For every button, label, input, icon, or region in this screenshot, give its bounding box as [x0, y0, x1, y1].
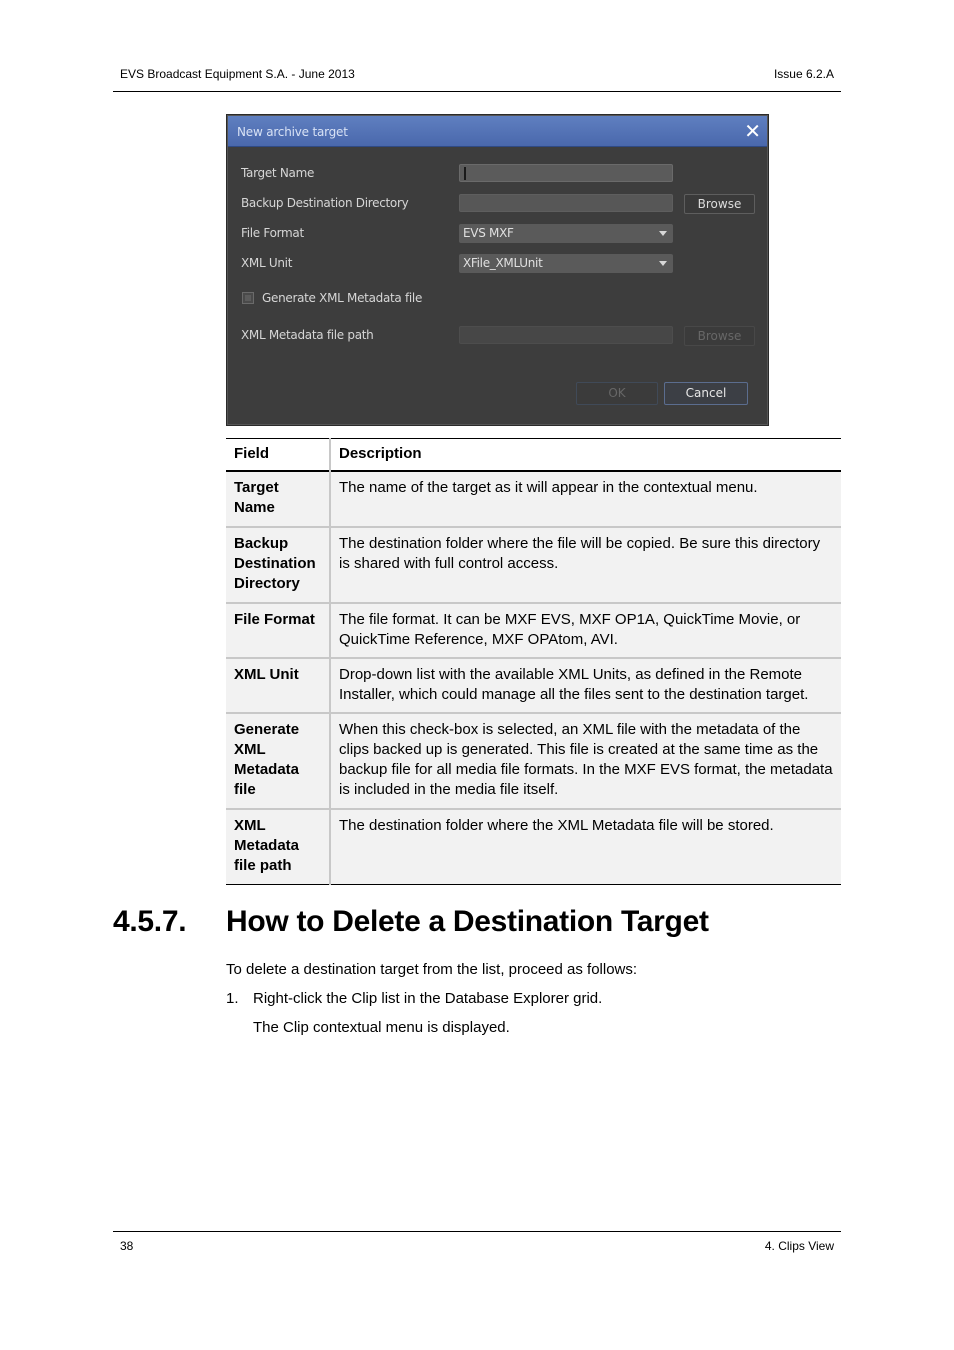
table-row: XML Metadata file path The destination f…	[226, 809, 841, 885]
close-icon[interactable]: ✕	[744, 120, 761, 142]
section-intro: To delete a destination target from the …	[226, 961, 638, 978]
generate-xml-label: Generate XML Metadata file	[262, 291, 423, 305]
new-archive-target-dialog: New archive target ✕ Target Name Backup …	[226, 114, 769, 426]
xml-unit-value: XFile_XMLUnit	[463, 256, 543, 270]
chevron-down-icon	[659, 261, 667, 266]
table-row: Target Name The name of the target as it…	[226, 471, 841, 527]
description-cell: The destination folder where the XML Met…	[339, 817, 774, 834]
step-result: The Clip contextual menu is displayed.	[253, 1019, 510, 1036]
xml-browse-button[interactable]: Browse	[684, 326, 755, 346]
xml-unit-label: XML Unit	[241, 256, 293, 270]
field-description-table: Field Description Target Name The name o…	[226, 438, 841, 885]
header-issue: Issue 6.2.A	[773, 67, 834, 81]
field-cell: Backup Destination Directory	[226, 527, 331, 603]
table-header-row: Field Description	[226, 438, 841, 471]
dialog-body: Target Name Backup Destination Directory…	[228, 147, 767, 424]
page-number: 38	[120, 1239, 134, 1253]
text-caret	[464, 167, 466, 180]
section-number: 4.5.7.	[113, 905, 187, 938]
cancel-button[interactable]: Cancel	[664, 382, 748, 405]
field-cell: Target Name	[226, 471, 331, 527]
file-format-label: File Format	[241, 226, 304, 240]
backup-dir-input[interactable]	[459, 194, 673, 212]
table-row: XML Unit Drop-down list with the availab…	[226, 658, 841, 713]
section-title: How to Delete a Destination Target	[226, 905, 709, 938]
file-format-select[interactable]: EVS MXF	[459, 224, 673, 243]
backup-dir-label: Backup Destination Directory	[241, 196, 409, 210]
table-row: Generate XML Metadata file When this che…	[226, 713, 841, 809]
description-cell: The destination folder where the file wi…	[339, 535, 821, 572]
description-cell: The name of the target as it will appear…	[339, 479, 758, 496]
field-cell: Generate XML Metadata file	[226, 713, 331, 809]
xml-path-input[interactable]	[459, 326, 673, 344]
page-footer: 38 4. Clips View	[113, 1231, 841, 1253]
page-header: EVS Broadcast Equipment S.A. - June 2013…	[113, 64, 841, 92]
chapter-name: 4. Clips View	[764, 1239, 834, 1253]
target-name-input[interactable]	[459, 164, 673, 182]
field-cell: XML Unit	[226, 658, 331, 713]
description-cell: Drop-down list with the available XML Un…	[339, 666, 809, 703]
target-name-label: Target Name	[241, 166, 315, 180]
generate-xml-checkbox[interactable]	[242, 292, 254, 304]
step-text: Right-click the Clip list in the Databas…	[253, 990, 603, 1007]
browse-button[interactable]: Browse	[684, 194, 755, 214]
field-cell: XML Metadata file path	[226, 809, 331, 885]
xml-unit-select[interactable]: XFile_XMLUnit	[459, 254, 673, 273]
description-cell: The file format. It can be MXF EVS, MXF …	[339, 611, 801, 648]
chevron-down-icon	[659, 231, 667, 236]
dialog-title: New archive target	[237, 125, 348, 139]
description-cell: When this check-box is selected, an XML …	[339, 721, 833, 798]
file-format-value: EVS MXF	[463, 226, 514, 240]
column-header-field: Field	[226, 438, 331, 471]
step-number: 1.	[226, 990, 239, 1007]
xml-path-label: XML Metadata file path	[241, 328, 374, 342]
ok-button[interactable]: OK	[576, 382, 658, 405]
dialog-titlebar: New archive target ✕	[228, 116, 767, 147]
table-row: File Format The file format. It can be M…	[226, 603, 841, 658]
header-publisher: EVS Broadcast Equipment S.A. - June 2013	[120, 67, 355, 81]
column-header-description: Description	[339, 445, 422, 462]
field-cell: File Format	[226, 603, 331, 658]
table-row: Backup Destination Directory The destina…	[226, 527, 841, 603]
